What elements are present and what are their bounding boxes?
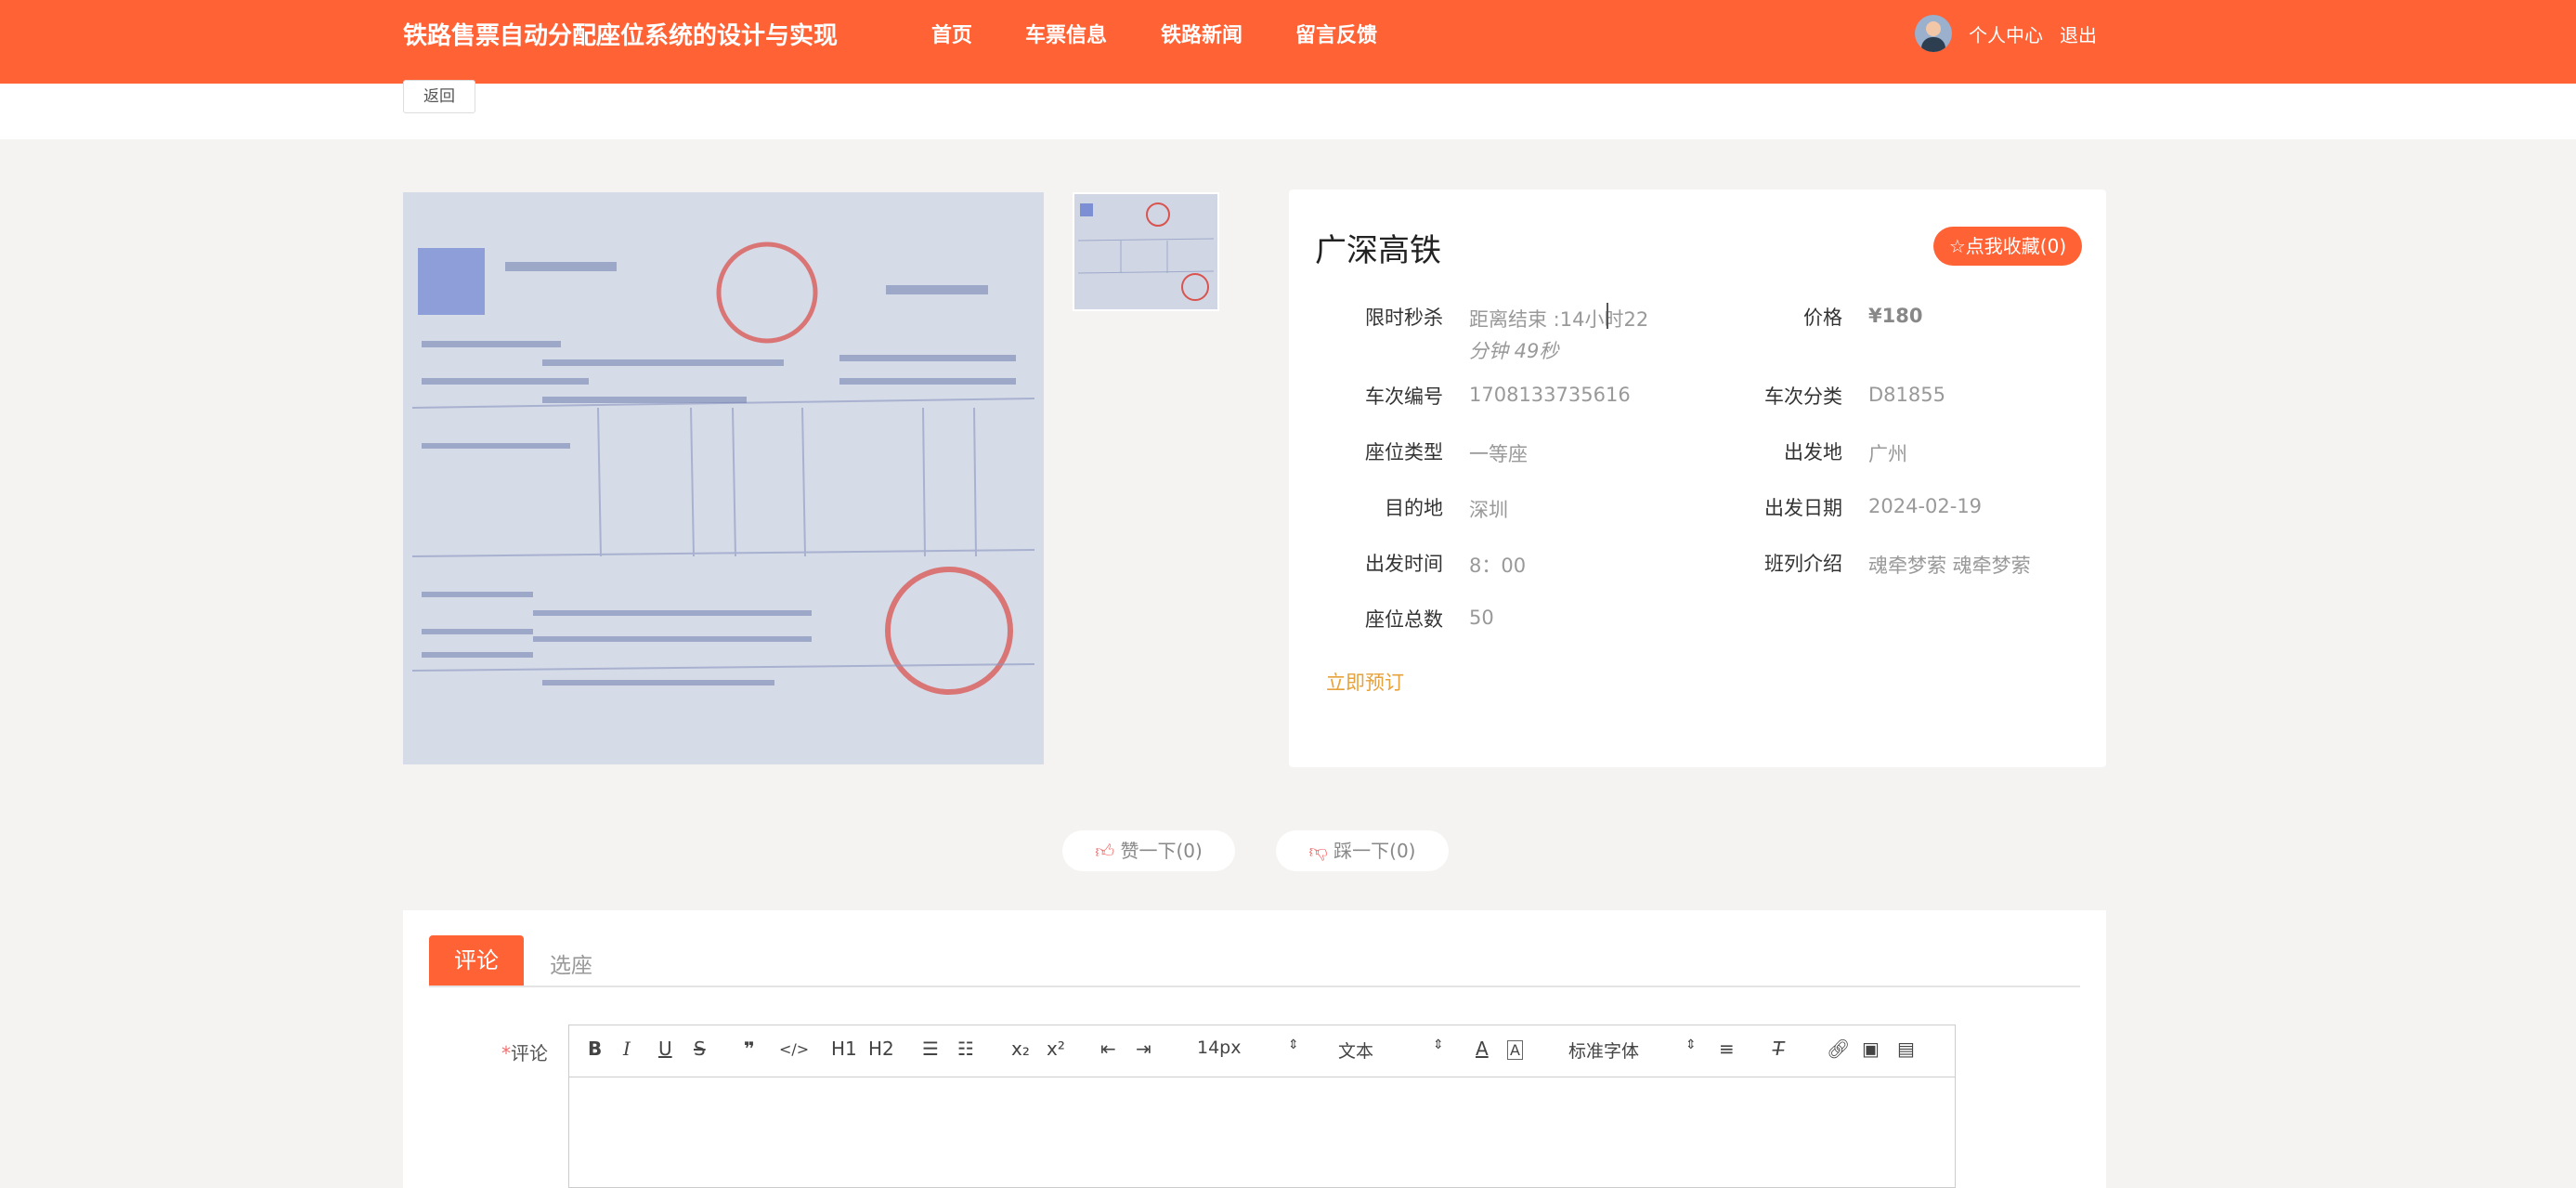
favorite-label: 点我收藏(0) — [1965, 235, 2067, 257]
code-icon[interactable]: </> — [779, 1040, 809, 1058]
like-button[interactable]: 👍︎ 赞一下(0) — [1062, 830, 1235, 871]
subscript-icon[interactable]: x₂ — [1011, 1038, 1030, 1060]
ordered-list-icon[interactable]: ☰ — [922, 1038, 939, 1060]
train-no-value: 1708133735616 — [1469, 384, 1631, 406]
price-label: 价格 — [1803, 307, 1842, 329]
tab-seat-select[interactable]: 选座 — [550, 947, 592, 979]
dislike-label: 踩一下(0) — [1334, 840, 1416, 862]
text-cursor-icon — [1607, 303, 1608, 329]
text-format-value: 文本 — [1338, 1041, 1374, 1062]
date-label: 出发日期 — [1764, 497, 1842, 519]
italic-icon[interactable]: I — [623, 1038, 631, 1060]
image-icon[interactable]: ▣ — [1862, 1038, 1880, 1060]
top-nav-bar — [0, 0, 2576, 84]
background-color-icon[interactable]: A — [1507, 1040, 1523, 1060]
comment-field-label: *评论 — [501, 1038, 548, 1065]
origin-value: 广州 — [1868, 443, 1907, 465]
thumbs-down-icon: 👎︎ — [1308, 840, 1328, 862]
font-size-value: 14px — [1197, 1038, 1242, 1058]
tab-divider — [429, 986, 2080, 987]
site-brand[interactable]: 铁路售票自动分配座位系统的设计与实现 — [403, 17, 838, 51]
logout-link[interactable]: 退出 — [2060, 20, 2097, 47]
editor-toolbar: B I U S ❞ </> H1 H2 ☰ ☷ x₂ x² ⇤ ⇥ 14px ⇕ … — [569, 1025, 1955, 1077]
font-family-select[interactable]: 标准字体 ⇕ — [1568, 1038, 1697, 1063]
ticket-image-drawing — [403, 192, 1044, 764]
flash-countdown-line2: 分钟 49秒 — [1469, 340, 1559, 362]
date-value: 2024-02-19 — [1868, 495, 1983, 517]
seats-total-label: 座位总数 — [1365, 608, 1443, 631]
underline-icon[interactable]: U — [658, 1038, 672, 1060]
product-detail-card — [1289, 189, 2106, 767]
seats-total-value: 50 — [1469, 607, 1494, 629]
nav-tickets[interactable]: 车票信息 — [1025, 19, 1107, 48]
h2-icon[interactable]: H2 — [868, 1038, 894, 1060]
time-label: 出发时间 — [1365, 553, 1443, 575]
avatar-body — [1921, 37, 1945, 52]
dislike-button[interactable]: 👎︎ 踩一下(0) — [1276, 830, 1449, 871]
nav-news[interactable]: 铁路新闻 — [1161, 19, 1242, 48]
align-icon[interactable]: ≡ — [1719, 1038, 1735, 1060]
avatar[interactable] — [1915, 15, 1952, 52]
origin-label: 出发地 — [1784, 441, 1842, 463]
intro-value: 魂牵梦萦 魂牵梦萦 — [1868, 555, 2031, 577]
bullet-list-icon[interactable]: ☷ — [957, 1038, 974, 1060]
comment-editor[interactable]: B I U S ❞ </> H1 H2 ☰ ☷ x₂ x² ⇤ ⇥ 14px ⇕ … — [568, 1025, 1956, 1188]
seat-type-label: 座位类型 — [1365, 441, 1443, 463]
font-size-select[interactable]: 14px ⇕ — [1197, 1038, 1299, 1058]
price-value: ¥180 — [1868, 305, 1923, 327]
time-value: 8：00 — [1469, 555, 1527, 577]
destination-label: 目的地 — [1385, 497, 1443, 519]
h1-icon[interactable]: H1 — [831, 1038, 857, 1060]
chevron-updown-icon: ⇕ — [1433, 1038, 1444, 1052]
video-icon[interactable]: ▤ — [1897, 1038, 1915, 1060]
outdent-icon[interactable]: ⇤ — [1100, 1038, 1116, 1060]
flash-countdown-line1: 距离结束 :14小时22 — [1469, 308, 1649, 331]
font-family-value: 标准字体 — [1568, 1041, 1640, 1062]
link-icon[interactable]: 🔗︎ — [1827, 1038, 1850, 1060]
chevron-updown-icon: ⇕ — [1685, 1038, 1697, 1052]
like-label: 赞一下(0) — [1120, 840, 1203, 862]
blockquote-icon[interactable]: ❞ — [744, 1038, 755, 1060]
seat-type-value: 一等座 — [1469, 443, 1528, 465]
clear-format-icon[interactable]: T̶ — [1773, 1038, 1784, 1060]
ticket-main-image — [403, 192, 1044, 764]
favorite-button[interactable]: ☆点我收藏(0) — [1933, 227, 2082, 266]
product-title: 广深高铁 — [1315, 232, 1441, 269]
nav-feedback[interactable]: 留言反馈 — [1295, 19, 1377, 48]
flash-sale-label: 限时秒杀 — [1365, 307, 1443, 329]
avatar-head — [1926, 21, 1941, 36]
bold-icon[interactable]: B — [588, 1038, 602, 1060]
ticket-thumbnail[interactable] — [1073, 192, 1219, 311]
indent-icon[interactable]: ⇥ — [1136, 1038, 1151, 1060]
superscript-icon[interactable]: x² — [1047, 1038, 1065, 1060]
strike-icon[interactable]: S — [694, 1038, 706, 1060]
category-label: 车次分类 — [1764, 385, 1842, 408]
required-mark: * — [501, 1042, 511, 1064]
star-icon: ☆ — [1948, 235, 1966, 257]
destination-value: 深圳 — [1469, 499, 1508, 521]
chevron-updown-icon: ⇕ — [1288, 1038, 1299, 1052]
tab-comments[interactable]: 评论 — [429, 935, 524, 986]
comment-label-text: 评论 — [511, 1042, 548, 1064]
order-now-link[interactable]: 立即预订 — [1326, 668, 1404, 696]
text-format-select[interactable]: 文本 ⇕ — [1338, 1038, 1444, 1063]
train-no-label: 车次编号 — [1365, 385, 1443, 408]
font-color-icon[interactable]: A — [1476, 1038, 1489, 1060]
category-value: D81855 — [1868, 384, 1945, 406]
intro-label: 班列介绍 — [1764, 553, 1842, 575]
nav-home[interactable]: 首页 — [931, 19, 972, 48]
breadcrumb-strip — [0, 84, 2576, 139]
thumbnail-drawing — [1074, 194, 1217, 309]
profile-link[interactable]: 个人中心 — [1969, 20, 2043, 47]
thumbs-up-icon: 👍︎ — [1095, 840, 1115, 862]
back-button[interactable]: 返回 — [403, 80, 475, 113]
